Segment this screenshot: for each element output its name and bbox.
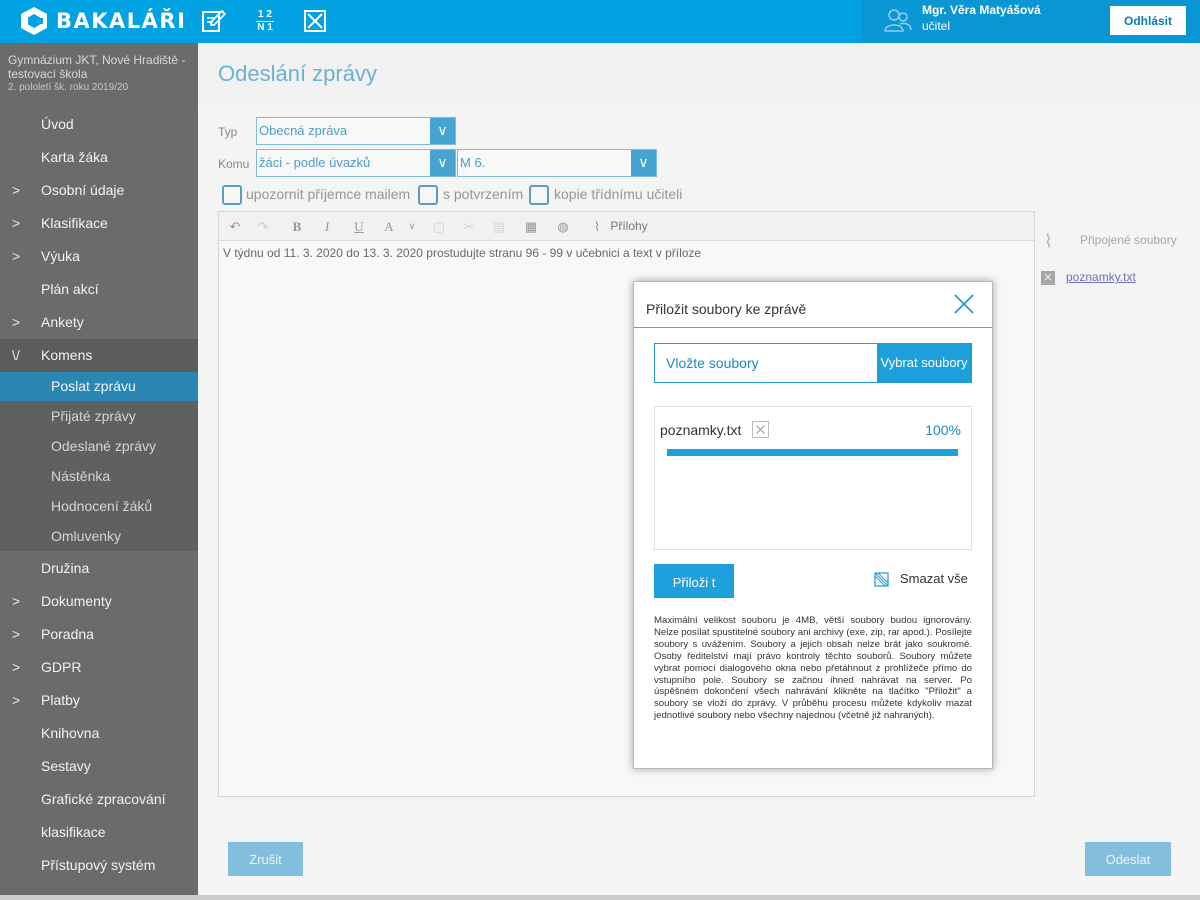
sidebar-item-label: klasifikace xyxy=(41,824,106,840)
sidebar-item[interactable]: \/ Komens xyxy=(0,339,198,372)
user-name: Mgr. Věra Matyášová xyxy=(922,3,1041,17)
remove-file-icon[interactable] xyxy=(752,421,769,438)
dialog-title: Přiložit soubory ke zprávě xyxy=(646,301,807,317)
sidebar-item-label: Úvod xyxy=(41,116,74,132)
sidebar-item-label: Klasifikace xyxy=(41,215,108,231)
close-icon[interactable] xyxy=(952,292,976,316)
school-name: Gymnázium JKT, Nové Hradiště - testovací… xyxy=(8,53,186,81)
sidebar-item[interactable]: > GDPR xyxy=(0,651,198,684)
upload-progress-bar xyxy=(667,449,958,456)
sidebar-item-label: Sestavy xyxy=(41,758,91,774)
sidebar-item-label: Ankety xyxy=(41,314,84,330)
grades-notebook-icon[interactable] xyxy=(198,6,228,36)
attach-files-dialog: Přiložit soubory ke zprávě Vložte soubor… xyxy=(633,281,993,769)
sidebar-item[interactable]: > Výuka xyxy=(0,240,198,273)
logo[interactable]: BAKALÁŘI xyxy=(20,6,186,36)
fraction-top: 1 2 xyxy=(258,8,272,20)
dialog-header: Přiložit soubory ke zprávě xyxy=(634,282,992,328)
user-role: učitel xyxy=(922,19,951,33)
sidebar-item-label: Knihovna xyxy=(41,725,100,741)
top-bar: BAKALÁŘI 1 2 N 1 Mgr. Věra Matyášová uči… xyxy=(0,0,1200,43)
file-drop-zone[interactable]: Vložte soubory Vybrat soubory xyxy=(654,343,972,383)
sidebar-item-label: Výuka xyxy=(41,248,80,264)
sidebar: Gymnázium JKT, Nové Hradiště - testovací… xyxy=(0,43,198,900)
sidebar-item-label: Dokumenty xyxy=(41,593,112,609)
sidebar-subitem[interactable]: Odeslané zprávy xyxy=(0,431,198,461)
fraction-icon[interactable]: 1 2 N 1 xyxy=(250,6,280,36)
sidebar-item-label: Poradna xyxy=(41,626,94,642)
sidebar-item-label: Grafické zpracování xyxy=(41,791,166,807)
clear-all-button[interactable]: Smazat vše xyxy=(900,571,968,586)
sidebar-item[interactable]: > Ankety xyxy=(0,306,198,339)
sidebar-item-label: Družina xyxy=(41,560,90,576)
user-box: Mgr. Věra Matyášová učitel Odhlásit xyxy=(862,0,1200,43)
sidebar-item[interactable]: > Platby xyxy=(0,684,198,717)
attach-button[interactable]: Přiloži t xyxy=(654,564,734,598)
school-term: 2. pololetí šk. roku 2019/20 xyxy=(8,82,129,93)
bakalari-logo-icon xyxy=(21,7,47,35)
absence-icon[interactable] xyxy=(300,6,330,36)
logout-button[interactable]: Odhlásit xyxy=(1110,6,1186,35)
fraction-bottom: N 1 xyxy=(257,21,273,33)
sidebar-item-label: Komens xyxy=(41,347,93,363)
sidebar-item[interactable]: Karta žáka xyxy=(0,141,198,174)
sidebar-item-label: Platby xyxy=(41,692,80,708)
clear-all-icon[interactable] xyxy=(874,572,889,587)
sidebar-item[interactable]: Přístupový systém xyxy=(0,849,198,882)
sidebar-item[interactable]: klasifikace xyxy=(0,816,198,849)
sidebar-item[interactable]: > Poradna xyxy=(0,618,198,651)
sidebar-subitem-label: Přijaté zprávy xyxy=(51,408,136,424)
sidebar-item[interactable]: Plán akcí xyxy=(0,273,198,306)
sidebar-item-label: Osobní údaje xyxy=(41,182,125,198)
sidebar-subitem-label: Omluvenky xyxy=(51,528,122,544)
sidebar-subitem-label: Hodnocení žáků xyxy=(51,498,153,514)
choose-files-button[interactable]: Vybrat soubory xyxy=(877,344,971,382)
sidebar-item[interactable]: > Dokumenty xyxy=(0,585,198,618)
sidebar-item[interactable]: Knihovna xyxy=(0,717,198,750)
sidebar-item[interactable]: Sestavy xyxy=(0,750,198,783)
chevron-icon: > xyxy=(12,182,21,198)
sidebar-item[interactable]: Úvod xyxy=(0,108,198,141)
sidebar-item-label: Plán akcí xyxy=(41,281,99,297)
sidebar-subitem-label: Odeslané zprávy xyxy=(51,438,157,454)
sidebar-item-label: GDPR xyxy=(41,659,82,675)
sidebar-subitem[interactable]: Nástěnka xyxy=(0,461,198,491)
drop-zone-label: Vložte soubory xyxy=(666,355,759,371)
bottom-edge xyxy=(0,895,1200,900)
sidebar-item-label: Přístupový systém xyxy=(41,857,156,873)
sidebar-subitem-label: Nástěnka xyxy=(51,468,111,484)
upload-info-text: Maximální velikost souboru je 4MB, větší… xyxy=(654,615,972,722)
sidebar-item[interactable]: > Klasifikace xyxy=(0,207,198,240)
upload-progress-text: 100% xyxy=(925,422,961,438)
users-icon xyxy=(884,9,912,32)
chevron-icon: > xyxy=(12,314,21,330)
sidebar-subitem[interactable]: Poslat zprávu xyxy=(0,371,198,401)
chevron-icon: > xyxy=(12,248,21,264)
school-info: Gymnázium JKT, Nové Hradiště - testovací… xyxy=(0,43,198,105)
chevron-icon: > xyxy=(12,215,21,231)
chevron-icon: > xyxy=(12,659,21,675)
sidebar-item[interactable]: Družina xyxy=(0,552,198,585)
sidebar-subitem-label: Poslat zprávu xyxy=(51,378,136,394)
sidebar-subitem[interactable]: Hodnocení žáků xyxy=(0,491,198,521)
sidebar-item[interactable]: > Osobní údaje xyxy=(0,174,198,207)
upload-progress-fill xyxy=(667,449,958,456)
chevron-icon: > xyxy=(12,593,21,609)
app-name: BAKALÁŘI xyxy=(56,9,187,33)
sidebar-item-label: Karta žáka xyxy=(41,149,108,165)
chevron-icon: > xyxy=(12,692,21,708)
komens-submenu: Poslat zprávu Přijaté zprávy Odeslané zprá… xyxy=(0,371,198,551)
sidebar-subitem[interactable]: Přijaté zprávy xyxy=(0,401,198,431)
sidebar-subitem[interactable]: Omluvenky xyxy=(0,521,198,551)
chevron-icon: > xyxy=(12,626,21,642)
upload-file-name: poznamky.txt xyxy=(660,422,742,438)
sidebar-item[interactable]: Grafické zpracování xyxy=(0,783,198,816)
chevron-icon: \/ xyxy=(12,347,20,363)
upload-list: poznamky.txt 100% xyxy=(654,406,972,550)
